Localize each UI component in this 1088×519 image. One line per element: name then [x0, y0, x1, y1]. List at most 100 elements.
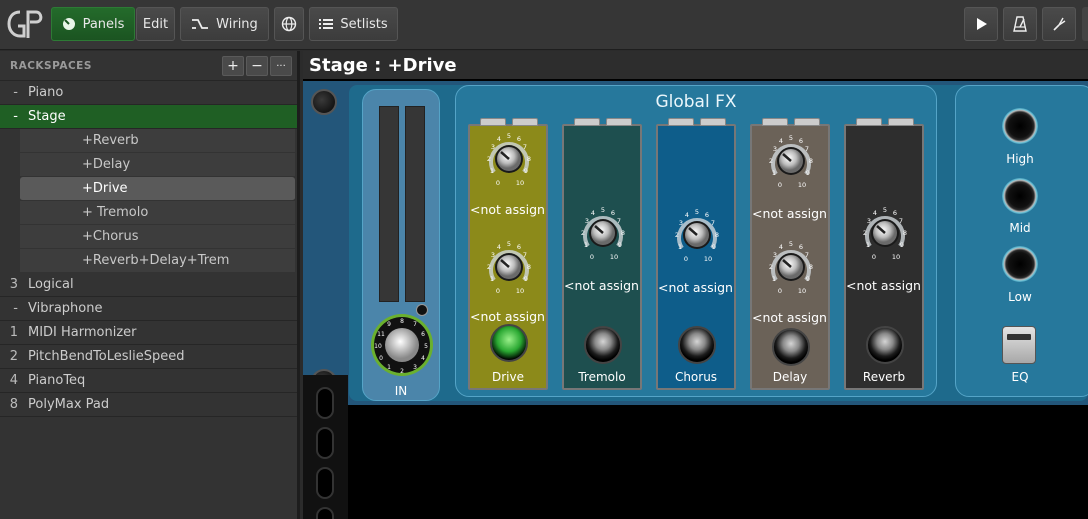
remove-rackspace-button[interactable]: −	[246, 56, 268, 76]
rackspace-item-midi-harmonizer[interactable]: 1 MIDI Harmonizer	[0, 321, 297, 345]
module-tab	[606, 118, 632, 126]
wiring-label: Wiring	[216, 16, 258, 32]
edit-label: Edit	[142, 16, 169, 32]
tremolo-module: <not assign... Tremolo	[562, 118, 642, 390]
rackspace-name: MIDI Harmonizer	[28, 325, 137, 340]
panels-button[interactable]: Panels	[51, 7, 135, 41]
delay-knob-1-label: <not assign...	[752, 206, 828, 221]
eq-mid-knob[interactable]	[1002, 178, 1038, 214]
play-button[interactable]	[964, 7, 998, 41]
setlists-label: Setlists	[340, 16, 388, 32]
svg-text:10: 10	[374, 343, 382, 350]
eq-toggle-button[interactable]	[1002, 326, 1036, 364]
metronome-icon	[1012, 16, 1028, 32]
rail-slot	[316, 507, 334, 519]
rackspace-number: 1	[9, 325, 18, 340]
input-section: 8 7 6 5 4 3 2 1 0 10 11 9 IN	[362, 89, 440, 401]
wiring-button[interactable]: Wiring	[180, 7, 269, 41]
delay-bypass-button[interactable]	[772, 328, 810, 366]
chorus-module: <not assign... Chorus	[656, 118, 736, 390]
page-title: Stage : +Drive	[309, 54, 457, 76]
input-gain-knob[interactable]: 8 7 6 5 4 3 2 1 0 10 11 9	[369, 312, 435, 378]
tremolo-bypass-button[interactable]	[584, 326, 622, 364]
global-button[interactable]	[274, 7, 304, 41]
drive-knob-1[interactable]	[484, 130, 534, 189]
global-fx-section: Global FX <not assign... <not assign...	[455, 85, 937, 397]
reverb-knob[interactable]	[860, 204, 910, 263]
input-label: IN	[394, 384, 408, 398]
reverb-knob-label: <not assign...	[846, 278, 922, 293]
eq-high-label: High	[1006, 152, 1034, 166]
rackspace-number: 8	[9, 397, 18, 412]
panels-icon	[62, 17, 76, 31]
rackspace-title-bar: Stage : +Drive	[303, 51, 1088, 79]
rail-slot	[316, 387, 334, 419]
svg-text:0: 0	[379, 355, 383, 362]
eq-toggle-indicator	[1007, 334, 1031, 340]
svg-text:11: 11	[377, 331, 385, 338]
drive-bypass-led-button[interactable]	[490, 324, 528, 362]
delay-knob-1[interactable]	[766, 132, 816, 191]
add-rackspace-button[interactable]: +	[222, 56, 244, 76]
knob-graphic	[484, 130, 534, 189]
rackspace-item-pianoteq[interactable]: 4 PianoTeq	[0, 369, 297, 393]
module-tab	[574, 118, 600, 126]
rackspace-item-vibraphone[interactable]: - Vibraphone	[0, 297, 297, 321]
more-options-button[interactable]: ···	[270, 56, 292, 76]
reverb-bypass-button[interactable]	[866, 326, 904, 364]
tuner-button[interactable]	[1042, 7, 1076, 41]
tuning-fork-icon	[1051, 16, 1067, 32]
knob-graphic	[766, 238, 816, 297]
chorus-knob[interactable]	[672, 206, 722, 265]
module-tab	[794, 118, 820, 126]
chorus-bypass-button[interactable]	[678, 326, 716, 364]
metronome-button[interactable]	[1003, 7, 1037, 41]
svg-text:9: 9	[387, 321, 391, 328]
delay-knob-2[interactable]	[766, 238, 816, 297]
variation-item-reverb[interactable]: +Reverb	[20, 129, 295, 153]
rackspace-name: Logical	[28, 277, 74, 292]
rackspaces-title: RACKSPACES	[10, 59, 92, 72]
svg-text:6: 6	[421, 331, 425, 338]
variation-item-delay[interactable]: +Delay	[20, 153, 295, 177]
variation-item-drive[interactable]: +Drive	[20, 177, 295, 201]
panels-label: Panels	[82, 16, 125, 32]
rackspace-item-logical[interactable]: 3 Logical	[0, 273, 297, 297]
rackspace-number: -	[13, 109, 18, 124]
svg-text:3: 3	[413, 364, 417, 371]
rackspace-item-pitchbend[interactable]: 2 PitchBendToLeslieSpeed	[0, 345, 297, 369]
knob-graphic	[860, 204, 910, 263]
setlists-button[interactable]: Setlists	[309, 7, 398, 41]
module-tab	[700, 118, 726, 126]
list-icon	[319, 18, 334, 30]
rackspace-name: Stage	[28, 109, 66, 124]
knob-graphic	[672, 206, 722, 265]
tremolo-knob-label: <not assign...	[564, 278, 640, 293]
variation-item-tremolo[interactable]: + Tremolo	[20, 201, 295, 225]
wiring-icon	[191, 17, 209, 31]
toolbar-edge	[1082, 7, 1088, 41]
rackspace-item-polymax-pad[interactable]: 8 PolyMax Pad	[0, 393, 297, 417]
edit-button[interactable]: Edit	[136, 7, 175, 41]
rackspace-view: Stage : +Drive 8 7 6 5 4 3 2 1 0 10 11 9…	[303, 51, 1088, 519]
eq-low-knob[interactable]	[1002, 246, 1038, 282]
drive-knob-1-label: <not assign...	[470, 202, 546, 217]
svg-text:7: 7	[413, 321, 417, 328]
rail-slot	[316, 427, 334, 459]
drive-knob-2[interactable]	[484, 238, 534, 297]
delay-module: <not assign... <not assign... Delay	[750, 118, 830, 390]
play-icon	[974, 17, 988, 31]
delay-knob-2-label: <not assign...	[752, 310, 828, 325]
eq-high-knob[interactable]	[1002, 108, 1038, 144]
svg-text:8: 8	[400, 318, 404, 325]
tremolo-knob[interactable]	[578, 204, 628, 263]
reverb-label: Reverb	[862, 370, 906, 384]
rackspace-item-stage[interactable]: - Stage	[0, 105, 297, 129]
rackspace-number: 3	[9, 277, 18, 292]
rackspace-item-piano[interactable]: - Piano	[0, 81, 297, 105]
input-meter-left	[379, 106, 399, 302]
variation-item-reverb-delay-trem[interactable]: +Reverb+Delay+Trem	[20, 249, 295, 273]
chorus-knob-label: <not assign...	[658, 280, 734, 295]
chorus-label: Chorus	[674, 370, 718, 384]
variation-item-chorus[interactable]: +Chorus	[20, 225, 295, 249]
